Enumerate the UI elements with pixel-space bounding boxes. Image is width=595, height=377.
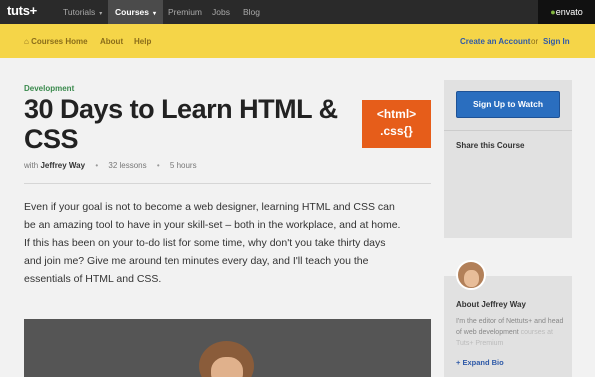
lesson-count: 32 lessons xyxy=(108,161,147,170)
top-navigation: tuts+ Tutorials ▾ Courses ▾ Premium Jobs B… xyxy=(0,0,595,24)
about-link[interactable]: About xyxy=(100,37,123,46)
share-heading: Share this Course xyxy=(456,141,525,150)
home-icon: ⌂ xyxy=(24,37,29,46)
sign-up-button[interactable]: Sign Up to Watch xyxy=(456,91,560,118)
sign-in-link[interactable]: Sign In xyxy=(543,37,570,46)
courses-home-label: Courses Home xyxy=(31,37,88,46)
course-preview-video[interactable] xyxy=(24,319,431,377)
nav-blog[interactable]: Blog xyxy=(243,0,260,24)
create-account-link[interactable]: Create an Account xyxy=(460,37,530,46)
envato-logo[interactable]: ●envato xyxy=(538,0,595,24)
course-subnav: ⌂ Courses Home About Help Create an Acco… xyxy=(0,24,595,58)
course-description: Even if your goal is not to become a web… xyxy=(24,201,401,285)
divider xyxy=(444,130,572,131)
avatar xyxy=(456,260,486,290)
meta-with: with xyxy=(24,161,39,170)
nav-tutorials-label: Tutorials xyxy=(63,7,96,17)
presenter-face xyxy=(211,357,243,377)
course-badge: <html> .css{} xyxy=(362,100,431,148)
avatar-face xyxy=(464,270,479,287)
courses-home-link[interactable]: ⌂ Courses Home xyxy=(24,37,88,46)
chevron-down-icon: ▾ xyxy=(153,11,157,17)
or-text: or xyxy=(531,37,539,46)
envato-label: envato xyxy=(555,7,583,17)
tuts-logo[interactable]: tuts+ xyxy=(7,3,37,18)
badge-html-text: <html> xyxy=(376,107,417,121)
expand-bio-link[interactable]: + Expand Bio xyxy=(456,358,504,367)
page-title: 30 Days to Learn HTML & CSS xyxy=(24,94,338,154)
author-heading: About Jeffrey Way xyxy=(456,300,526,309)
author-link[interactable]: Jeffrey Way xyxy=(40,161,85,170)
separator-dot: • xyxy=(95,161,99,170)
course-duration: 5 hours xyxy=(169,161,197,170)
chevron-down-icon: ▾ xyxy=(99,11,103,17)
nav-courses-label: Courses xyxy=(115,7,150,17)
course-category[interactable]: Development xyxy=(24,84,74,93)
nav-premium[interactable]: Premium xyxy=(168,0,202,24)
divider xyxy=(24,183,431,184)
course-meta: with Jeffrey Way • 32 lessons • 5 hours xyxy=(24,161,197,170)
nav-jobs[interactable]: Jobs xyxy=(212,0,230,24)
separator-dot: • xyxy=(156,161,160,170)
badge-css-text: .css{} xyxy=(380,124,413,138)
nav-tutorials[interactable]: Tutorials ▾ xyxy=(55,0,110,24)
nav-courses[interactable]: Courses ▾ xyxy=(108,0,164,24)
author-bio: I'm the editor of Nettuts+ and head of w… xyxy=(456,316,566,349)
help-link[interactable]: Help xyxy=(134,37,151,46)
